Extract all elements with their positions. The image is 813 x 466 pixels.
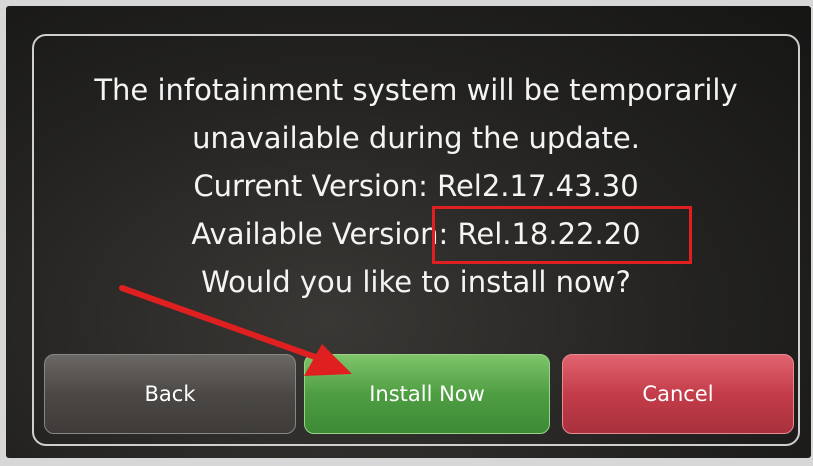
message-line-2: unavailable during the update. [192, 121, 640, 155]
cancel-button[interactable]: Cancel [562, 354, 794, 434]
infotainment-screen: The infotainment system will be temporar… [6, 6, 811, 458]
message-line-1: The infotainment system will be temporar… [94, 73, 738, 107]
current-version-text: Current Version: Rel2.17.43.30 [193, 169, 639, 203]
back-button[interactable]: Back [44, 354, 296, 434]
update-message: The infotainment system will be temporar… [36, 66, 796, 306]
install-now-button[interactable]: Install Now [304, 354, 550, 434]
install-prompt-text: Would you like to install now? [201, 265, 631, 299]
version-highlight-box [432, 206, 692, 264]
